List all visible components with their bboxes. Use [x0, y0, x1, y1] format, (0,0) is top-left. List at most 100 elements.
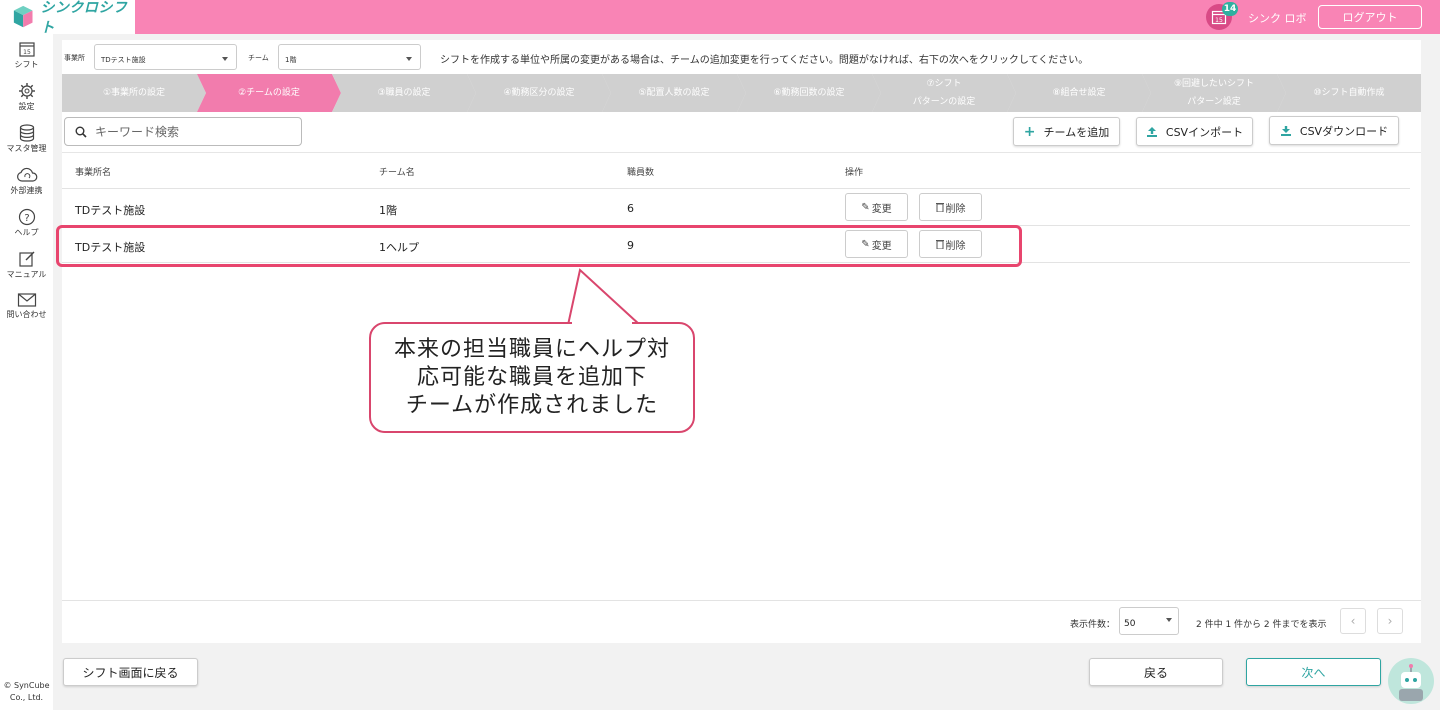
sidebar-item-label: ヘルプ — [14, 228, 39, 237]
step-label: ⑥勤務回数の設定 — [773, 88, 845, 98]
app-logo[interactable]: シンクロシフト — [0, 0, 135, 36]
prev-page-button[interactable]: ‹ — [1340, 608, 1366, 634]
sidebar-item-contact[interactable]: 問い合わせ — [0, 292, 53, 328]
csv-download-button[interactable]: CSVダウンロード — [1269, 116, 1399, 145]
cloud-sync-icon — [16, 167, 37, 182]
edit-label: 変更 — [871, 203, 892, 215]
database-icon — [19, 124, 34, 142]
svg-text:?: ? — [24, 213, 29, 224]
app-name: シンクロシフト — [40, 0, 128, 36]
sidebar-item-settings[interactable]: 設定 — [0, 82, 53, 118]
edit-button[interactable]: ✎ 変更 — [845, 193, 908, 221]
chevron-left-icon: ‹ — [1350, 614, 1356, 628]
download-icon — [1280, 125, 1291, 136]
search-input[interactable]: キーワード検索 — [64, 117, 302, 146]
step-progress: ①事業所の設定 ②チームの設定 ③職員の設定 ④勤務区分の設定 ⑤配置人数の設定… — [62, 74, 1421, 112]
step-label: ⑩シフト自動作成 — [1313, 88, 1385, 98]
app-header: シンクロシフト 15 14 シンク ロボ ログアウト — [0, 0, 1440, 36]
next-button[interactable]: 次へ — [1246, 658, 1381, 686]
notification-count-badge: 14 — [1222, 2, 1238, 16]
sidebar-item-label: 外部連携 — [10, 186, 43, 195]
per-page-value: 50 — [1124, 619, 1136, 629]
chevron-down-icon — [222, 57, 228, 61]
csv-import-button[interactable]: CSVインポート — [1136, 117, 1253, 146]
step-9[interactable]: ⑨回避したいシフト パターン設定 — [1142, 74, 1286, 112]
per-page-select[interactable]: 50 — [1119, 607, 1179, 635]
table-header: 事業所名 チーム名 職員数 操作 — [62, 153, 1410, 189]
trash-icon — [935, 203, 944, 212]
sidebar-item-shift[interactable]: 15 シフト — [0, 40, 53, 76]
search-placeholder: キーワード検索 — [95, 125, 180, 139]
callout-pointer — [566, 268, 643, 326]
help-icon: ? — [18, 208, 35, 226]
office-select[interactable]: TDテスト施設 — [94, 44, 237, 70]
team-label: チーム — [248, 54, 269, 62]
step-1[interactable]: ①事業所の設定 — [62, 74, 206, 112]
sidebar-item-label: マニュアル — [6, 270, 47, 279]
row-highlight-annotation — [56, 225, 1022, 267]
team-cell: 1階 — [379, 204, 397, 217]
delete-button[interactable]: 削除 — [919, 193, 982, 221]
step-label: ④勤務区分の設定 — [503, 88, 575, 98]
office-cell: TDテスト施設 — [75, 204, 146, 217]
sidebar-item-label: マスタ管理 — [6, 144, 47, 153]
user-name: シンク ロボ — [1248, 12, 1307, 25]
sidebar-item-label: 設定 — [18, 102, 35, 111]
chevron-down-icon — [1166, 618, 1172, 622]
add-team-button[interactable]: + チームを追加 — [1013, 117, 1120, 146]
chevron-right-icon: › — [1387, 614, 1393, 628]
team-select[interactable]: 1階 — [278, 44, 421, 70]
sidebar-item-integration[interactable]: 外部連携 — [0, 166, 53, 202]
step-5[interactable]: ⑤配置人数の設定 — [602, 74, 746, 112]
callout-text: 本来の担当職員にヘルプ対 応可能な職員を追加下 チームが作成されました — [393, 336, 670, 418]
search-icon — [75, 126, 87, 138]
next-page-button[interactable]: › — [1377, 608, 1403, 634]
calendar-icon: 15 — [18, 42, 35, 57]
plus-icon: + — [1023, 123, 1036, 140]
logout-button[interactable]: ログアウト — [1318, 5, 1422, 29]
upload-icon — [1146, 126, 1157, 137]
sidebar-item-help[interactable]: ? ヘルプ — [0, 208, 53, 244]
column-header-actions: 操作 — [845, 168, 864, 178]
sidebar-item-master[interactable]: マスタ管理 — [0, 124, 53, 160]
team-table: 事業所名 チーム名 職員数 操作 TDテスト施設 1階 6 ✎ 変更 削除 TDテ… — [62, 152, 1421, 600]
column-header-team: チーム名 — [379, 168, 415, 178]
filter-bar: 事業所 TDテスト施設 チーム 1階 シフトを作成する単位や所属の変更がある場合… — [62, 40, 1421, 74]
step-4[interactable]: ④勤務区分の設定 — [467, 74, 611, 112]
office-label: 事業所 — [64, 54, 85, 62]
step-3[interactable]: ③職員の設定 — [332, 74, 476, 112]
table-row: TDテスト施設 1階 6 ✎ 変更 削除 — [62, 189, 1410, 226]
step-label: ③職員の設定 — [377, 88, 431, 98]
pagination-summary: 2 件中 1 件から 2 件までを表示 — [1196, 620, 1327, 630]
step-label: ⑦シフト パターンの設定 — [912, 79, 976, 107]
assistant-robot-avatar[interactable] — [1388, 658, 1434, 704]
step-10[interactable]: ⑩シフト自動作成 — [1277, 74, 1421, 112]
logo-icon — [13, 5, 33, 28]
robot-icon — [1399, 664, 1423, 701]
column-header-office: 事業所名 — [75, 168, 112, 178]
add-team-label: チームを追加 — [1043, 125, 1110, 139]
callout-seam — [572, 322, 632, 325]
step-7[interactable]: ⑦シフト パターンの設定 — [872, 74, 1016, 112]
csv-import-label: CSVインポート — [1165, 125, 1244, 139]
sidebar: 15 シフト 設定 マスタ管理 外部連携 ? ヘルプ マニュアル 問い合わせ ©… — [0, 34, 53, 710]
step-2[interactable]: ②チームの設定 — [197, 74, 341, 112]
step-label: ①事業所の設定 — [102, 88, 166, 98]
step-8[interactable]: ⑧組合せ設定 — [1007, 74, 1151, 112]
step-label: ⑧組合せ設定 — [1052, 88, 1106, 98]
edit-icon — [18, 251, 34, 267]
sidebar-item-label: 問い合わせ — [6, 310, 47, 319]
back-to-shift-button[interactable]: シフト画面に戻る — [63, 658, 198, 686]
sidebar-item-manual[interactable]: マニュアル — [0, 250, 53, 286]
step-label: ②チームの設定 — [238, 88, 300, 98]
instruction-message: シフトを作成する単位や所属の変更がある場合は、チームの追加変更を行ってください。… — [440, 55, 1089, 66]
per-page-label: 表示件数： — [1070, 620, 1116, 630]
svg-text:15: 15 — [23, 49, 31, 56]
back-button[interactable]: 戻る — [1089, 658, 1223, 686]
staff-count-cell: 6 — [627, 202, 634, 215]
csv-download-label: CSVダウンロード — [1299, 124, 1389, 138]
step-6[interactable]: ⑥勤務回数の設定 — [737, 74, 881, 112]
team-select-value: 1階 — [285, 56, 297, 64]
chevron-down-icon — [406, 57, 412, 61]
main-panel: キーワード検索 + チームを追加 CSVインポート CSVダウンロード 事業所名… — [62, 112, 1421, 643]
